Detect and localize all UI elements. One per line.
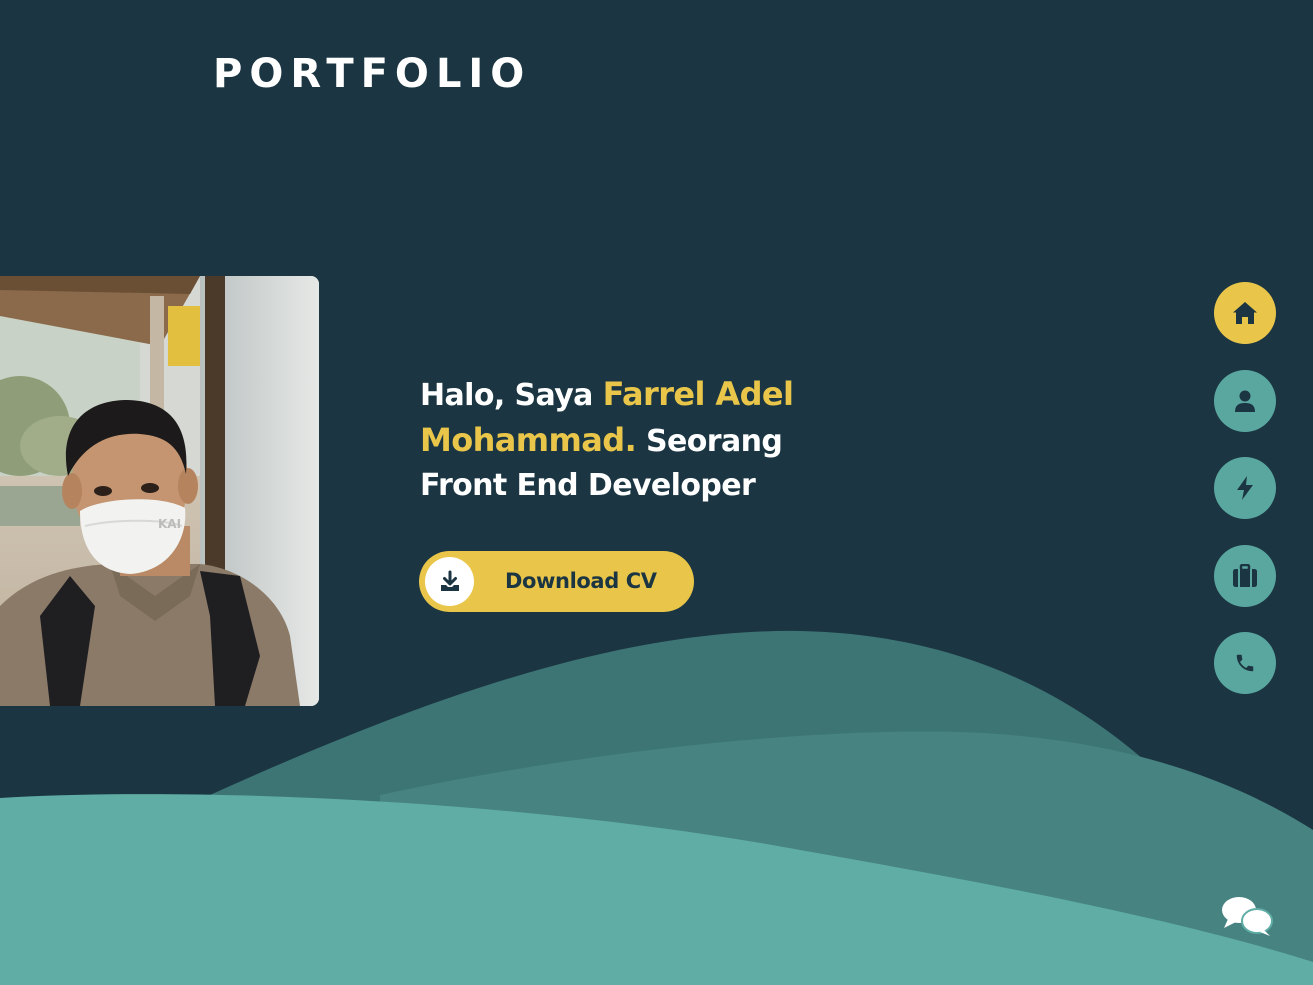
side-nav: [1214, 282, 1276, 720]
bolt-icon: [1237, 476, 1253, 500]
svg-text:KAI: KAI: [158, 517, 181, 531]
site-logo[interactable]: PORTFOLIO: [213, 50, 531, 98]
user-icon: [1235, 390, 1255, 412]
chat-icon: [1222, 897, 1273, 936]
download-cv-button[interactable]: Download CV: [419, 551, 694, 612]
home-icon: [1233, 302, 1257, 324]
nav-portfolio-button[interactable]: [1214, 544, 1276, 607]
hero-headline: Halo, Saya Farrel Adel Mohammad. Seorang…: [420, 372, 840, 508]
download-icon: [425, 557, 474, 606]
nav-contact-button[interactable]: [1214, 632, 1276, 694]
chat-button[interactable]: [1220, 894, 1274, 938]
nav-about-button[interactable]: [1214, 369, 1276, 432]
briefcase-icon: [1233, 563, 1257, 587]
nav-skills-button[interactable]: [1214, 457, 1276, 519]
phone-icon: [1236, 654, 1254, 672]
download-cv-label: Download CV: [505, 569, 657, 593]
profile-photo: KAI: [0, 276, 319, 706]
profile-photo-image: KAI: [0, 276, 319, 706]
nav-home-button[interactable]: [1214, 282, 1276, 344]
greeting-text: Halo, Saya: [420, 378, 603, 413]
